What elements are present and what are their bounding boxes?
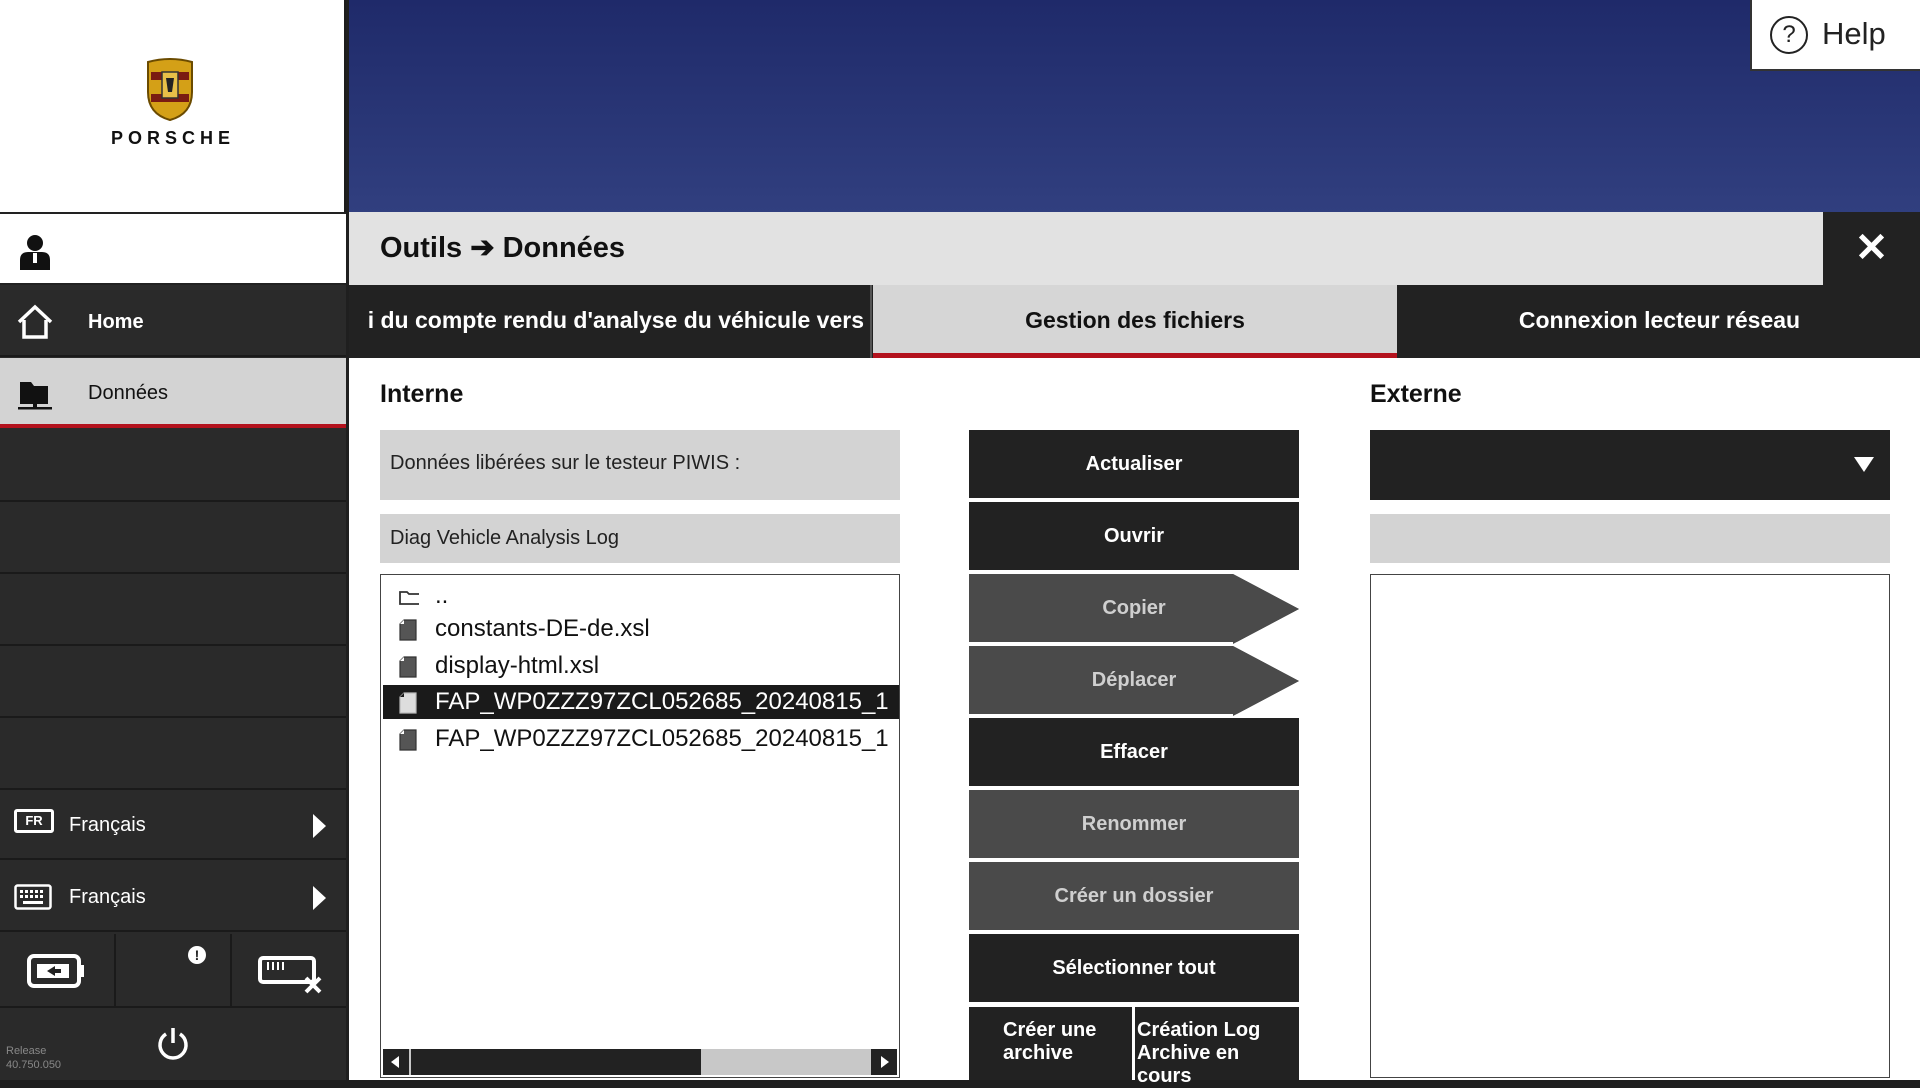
external-file-list[interactable] bbox=[1370, 574, 1890, 1078]
folder-icon bbox=[399, 591, 419, 605]
file-name: .. bbox=[435, 582, 449, 609]
released-data-label: Données libérées sur le testeur PIWIS : bbox=[380, 430, 900, 500]
file-icon bbox=[399, 619, 417, 641]
brand-wordmark: PORSCHE bbox=[110, 128, 235, 148]
sidebar-item-donnees[interactable]: Données bbox=[0, 358, 346, 428]
release-version: 40.750.050 bbox=[6, 1059, 62, 1071]
list-item-file[interactable]: FAP_WP0ZZZ97ZCL052685_20240815_1 bbox=[383, 722, 899, 756]
sidebar-item-label: Données bbox=[88, 382, 169, 404]
external-path bbox=[1370, 514, 1890, 563]
internal-path: Diag Vehicle Analysis Log bbox=[380, 514, 900, 563]
sidebar-empty-slot bbox=[0, 504, 346, 574]
tab-bar: i du compte rendu d'analyse du véhicule … bbox=[349, 285, 1920, 358]
internal-section-title: Interne bbox=[380, 380, 464, 408]
delete-button[interactable]: Effacer bbox=[969, 718, 1299, 788]
keyboard-language-label: Français bbox=[69, 886, 146, 908]
list-item-file[interactable]: constants-DE-de.xsl bbox=[383, 612, 899, 646]
file-name: constants-DE-de.xsl bbox=[435, 615, 650, 642]
file-name: FAP_WP0ZZZ97ZCL052685_20240815_1 bbox=[435, 725, 889, 752]
tab-vehicle-analysis-report[interactable]: i du compte rendu d'analyse du véhicule … bbox=[349, 285, 872, 358]
release-label: Release bbox=[6, 1045, 47, 1057]
keyboard-icon bbox=[14, 884, 52, 910]
sidebar-empty-slot bbox=[0, 432, 346, 502]
scrollbar-thumb[interactable] bbox=[411, 1049, 701, 1075]
log-archive-button[interactable]: Création Log Archive en cours bbox=[1135, 1007, 1299, 1087]
sidebar-empty-slot bbox=[0, 576, 346, 646]
copy-button[interactable]: Copier bbox=[969, 574, 1299, 644]
list-item-parent-folder[interactable]: .. bbox=[383, 579, 899, 613]
keyboard-language-selector[interactable]: Français bbox=[0, 862, 346, 932]
create-archive-button[interactable]: Créer une archive bbox=[969, 1007, 1132, 1080]
scroll-left-button[interactable] bbox=[383, 1049, 409, 1075]
language-flag-icon: FR bbox=[14, 809, 54, 833]
scroll-right-button[interactable] bbox=[871, 1049, 897, 1075]
dropdown-arrow-icon bbox=[1854, 457, 1874, 472]
copy-label: Copier bbox=[1102, 597, 1166, 619]
create-folder-button[interactable]: Créer un dossier bbox=[969, 862, 1299, 932]
move-label: Déplacer bbox=[1091, 669, 1177, 691]
disconnected-device-icon bbox=[258, 956, 322, 994]
home-icon bbox=[17, 304, 53, 339]
sidebar-item-home[interactable]: Home bbox=[0, 287, 346, 357]
list-item-file[interactable]: display-html.xsl bbox=[383, 649, 899, 683]
internal-file-list: .. constants-DE-de.xsl display-html.xsl … bbox=[380, 574, 900, 1078]
sidebar-empty-slot bbox=[0, 648, 346, 718]
select-all-button[interactable]: Sélectionner tout bbox=[969, 934, 1299, 1004]
brand-logo-area: PORSCHE bbox=[0, 0, 346, 212]
tools-data-dialog: Outils ➔ Données ✕ i du compte rendu d'a… bbox=[349, 212, 1920, 1087]
user-profile-button[interactable] bbox=[0, 212, 346, 285]
tab-file-management[interactable]: Gestion des fichiers bbox=[873, 285, 1397, 358]
dialog-header: Outils ➔ Données ✕ bbox=[349, 212, 1920, 285]
folder-icon bbox=[18, 382, 52, 410]
file-icon bbox=[399, 692, 417, 714]
file-name: display-html.xsl bbox=[435, 652, 600, 679]
warning-icon: ! bbox=[188, 946, 206, 964]
sidebar-item-label: Home bbox=[88, 311, 144, 333]
file-name: FAP_WP0ZZZ97ZCL052685_20240815_1 bbox=[435, 688, 889, 715]
file-icon bbox=[399, 729, 417, 751]
close-button[interactable]: ✕ bbox=[1823, 212, 1920, 285]
arrow-right-icon bbox=[1233, 646, 1299, 716]
battery-status[interactable] bbox=[0, 934, 116, 1008]
list-item-file-selected[interactable]: FAP_WP0ZZZ97ZCL052685_20240815_1 bbox=[383, 685, 899, 719]
battery-charging-icon bbox=[27, 954, 84, 988]
ui-language-selector[interactable]: FR Français bbox=[0, 790, 346, 860]
sidebar: PORSCHE Home Données FR Français Françai… bbox=[0, 0, 346, 1080]
help-icon: ? bbox=[1770, 16, 1808, 54]
ui-language-label: Français bbox=[69, 814, 146, 836]
file-icon bbox=[399, 656, 417, 678]
external-section-title: Externe bbox=[1370, 380, 1462, 408]
rename-button[interactable]: Renommer bbox=[969, 790, 1299, 860]
close-icon: ✕ bbox=[1854, 226, 1889, 270]
status-bar: ! bbox=[0, 934, 346, 1008]
page-title: Outils ➔ Données bbox=[380, 232, 626, 264]
power-icon bbox=[158, 1028, 188, 1060]
vci-connection-status[interactable] bbox=[232, 934, 346, 1008]
help-button[interactable]: ? Help bbox=[1750, 0, 1920, 71]
help-label: Help bbox=[1822, 16, 1886, 51]
user-icon bbox=[20, 235, 50, 270]
chevron-right-icon bbox=[313, 886, 326, 910]
refresh-button[interactable]: Actualiser bbox=[969, 430, 1299, 500]
horizontal-scrollbar[interactable] bbox=[383, 1049, 897, 1075]
external-drive-select[interactable] bbox=[1370, 430, 1890, 500]
arrow-right-icon bbox=[1233, 574, 1299, 644]
porsche-crest-icon bbox=[147, 58, 193, 122]
release-info: Release 40.750.050 bbox=[6, 1044, 61, 1072]
move-button[interactable]: Déplacer bbox=[969, 646, 1299, 716]
sidebar-empty-slot bbox=[0, 720, 346, 790]
alert-status[interactable]: ! bbox=[116, 934, 232, 1008]
chevron-right-icon bbox=[313, 814, 326, 838]
tab-network-drive[interactable]: Connexion lecteur réseau bbox=[1399, 285, 1920, 358]
open-button[interactable]: Ouvrir bbox=[969, 502, 1299, 572]
